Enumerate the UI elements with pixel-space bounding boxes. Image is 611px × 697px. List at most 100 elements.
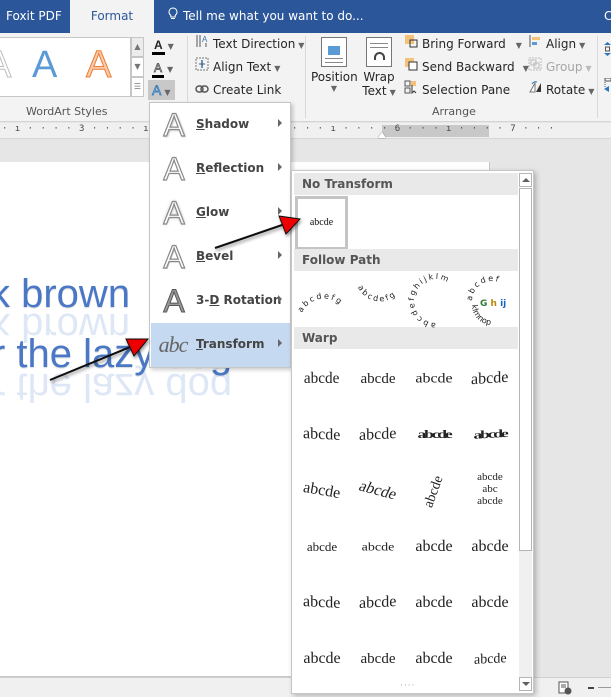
position-icon [321, 37, 347, 67]
word-window: Foxit PDF Format Tell me what you want t… [0, 0, 611, 697]
warp-option[interactable]: abcde [294, 519, 350, 575]
tell-me-search[interactable]: Tell me what you want to do... [168, 0, 364, 33]
selection-pane-button[interactable]: Selection Pane [403, 80, 510, 100]
rotate-button[interactable]: Rotate ▼ [527, 80, 594, 100]
right-indent-marker[interactable] [378, 132, 386, 138]
scroll-thumb[interactable] [519, 188, 532, 551]
warp-option[interactable]: abcde [406, 351, 462, 407]
warp-option[interactable]: abcde [406, 631, 462, 687]
submenu-scrollbar[interactable] [519, 173, 532, 692]
ribbon: A A A ▲ ▼ ☰ A▼ A▼ A▼ WordArt Styles ATex… [0, 33, 611, 122]
warp-option[interactable]: abcde [406, 463, 462, 519]
warp-option[interactable]: abcde [294, 407, 350, 463]
warp-option[interactable]: abcde [350, 575, 406, 631]
text-effects-button[interactable]: A ▼ [148, 80, 175, 100]
warp-option[interactable]: abcde [350, 407, 406, 463]
group-icon [527, 57, 543, 77]
text-outline-button[interactable]: A ▼ [152, 58, 173, 78]
tab-cut-off[interactable]: C [598, 0, 611, 33]
text-direction-button[interactable]: A Text Direction ▼ [194, 34, 304, 54]
wordart-style-blue[interactable]: A [32, 44, 57, 87]
no-transform-option[interactable]: abcde [295, 196, 348, 250]
warp-option[interactable]: abcde [462, 351, 518, 407]
follow-path-arch-down[interactable]: abcdefg [352, 273, 408, 329]
gallery-scroll-down[interactable]: ▼ [131, 57, 144, 77]
tab-format[interactable]: Format [70, 0, 154, 33]
warp-sample-text: abcde [471, 538, 509, 555]
reflection-icon: A [163, 150, 186, 187]
warp-option[interactable]: abcde [294, 463, 350, 519]
bring-forward-label: Bring Forward [422, 37, 506, 51]
menu-item-bevel[interactable]: A Bevel [151, 235, 290, 279]
lightbulb-icon [168, 0, 178, 33]
position-button[interactable]: Position ▼ [311, 37, 358, 93]
warp-sample-text: abcde [471, 594, 509, 611]
warp-option[interactable]: abcde [462, 407, 518, 463]
bring-forward-icon [403, 34, 419, 54]
zoom-out-button[interactable] [588, 687, 594, 689]
align-label: Align [546, 37, 577, 51]
warp-option[interactable]: abcde abc abcde [462, 463, 518, 519]
shadow-icon: A [163, 106, 186, 143]
warp-option[interactable]: abcde [406, 575, 462, 631]
web-layout-icon[interactable] [558, 680, 572, 697]
warp-option[interactable]: abcde [350, 351, 406, 407]
warp-sample-text: abcde [415, 371, 453, 386]
arrow-up-icon [522, 178, 530, 182]
gallery-more[interactable]: ☰ [131, 77, 144, 97]
warp-option[interactable]: abcde [462, 631, 518, 687]
wordart-style-orange[interactable]: A [85, 44, 111, 87]
follow-path-arch-up[interactable]: abcdefg [296, 273, 352, 329]
warp-option[interactable]: abcde [294, 351, 350, 407]
ruler-ticks-right: · · · ı · · · · 6 · · · ı · · · · 7 · · … [292, 124, 556, 134]
svg-text:G h ij: G h ij [480, 299, 506, 309]
text-fill-button[interactable]: A ▼ [152, 35, 174, 55]
warp-sample-text: abcde [415, 538, 453, 555]
warp-option[interactable]: abcde [350, 519, 406, 575]
scroll-track[interactable] [519, 551, 532, 677]
align-text-icon [194, 57, 210, 77]
group-button[interactable]: Group ▼ [527, 57, 592, 77]
3d-rotation-icon: A [163, 283, 185, 320]
menu-item-reflection[interactable]: A Reflection [151, 147, 290, 191]
zoom-slider[interactable] [598, 687, 611, 688]
glow-icon: A [163, 194, 186, 231]
scroll-up-button[interactable] [519, 173, 532, 187]
warp-option[interactable]: abcde [406, 407, 462, 463]
create-link-button[interactable]: Create Link [194, 80, 281, 100]
warp-option[interactable]: abcde [350, 631, 406, 687]
warp-option[interactable]: abcde [294, 631, 350, 687]
group-separator [305, 36, 306, 118]
chevron-down-icon: ▼ [298, 41, 305, 50]
warp-option[interactable]: abcde [294, 575, 350, 631]
follow-path-button[interactable]: abcdef klmnop G h ij [464, 273, 520, 329]
warp-option[interactable]: abcde [406, 519, 462, 575]
menu-item-glow[interactable]: A Glow [151, 191, 290, 235]
scroll-down-button[interactable] [519, 677, 532, 691]
gallery-scroll-up[interactable]: ▲ [131, 37, 144, 57]
svg-text:abcdef: abcdef [465, 274, 502, 301]
align-text-button[interactable]: Align Text ▼ [194, 57, 280, 77]
follow-path-circle[interactable]: abcdefghijklm [407, 272, 464, 330]
menu-item-3d-rotation[interactable]: A 3-D Rotation [151, 279, 290, 323]
wrap-text-button[interactable]: Wrap Text ▼ [362, 37, 396, 98]
chevron-down-icon: ▼ [167, 42, 174, 51]
warp-option[interactable]: abcde [350, 463, 406, 519]
size-height-icon[interactable] [604, 41, 611, 56]
chevron-down-icon: ▼ [167, 65, 174, 74]
menu-item-shadow[interactable]: A Shadow [151, 103, 290, 147]
horizontal-ruler[interactable]: · ı · · · · 3 · · · · ı · · · · · · ı · … [0, 123, 611, 139]
warp-option[interactable]: abcde [462, 519, 518, 575]
wordart-styles-gallery[interactable]: A A A [0, 37, 131, 97]
tab-foxit-pdf[interactable]: Foxit PDF [0, 0, 68, 33]
warp-option[interactable]: abcde [462, 575, 518, 631]
send-backward-label: Send Backward [422, 60, 515, 74]
menu-item-transform[interactable]: abc Transform [151, 323, 290, 367]
size-width-icon[interactable] [604, 77, 611, 92]
warp-sample-text: abcde [302, 478, 342, 503]
chevron-down-icon: ▼ [579, 41, 586, 50]
align-button[interactable]: Align ▼ [527, 34, 585, 54]
send-backward-button[interactable]: Send Backward ▼ [403, 57, 529, 77]
wordart-style-partial[interactable]: A [0, 44, 12, 87]
bring-forward-button[interactable]: Bring Forward ▼ [403, 34, 522, 54]
